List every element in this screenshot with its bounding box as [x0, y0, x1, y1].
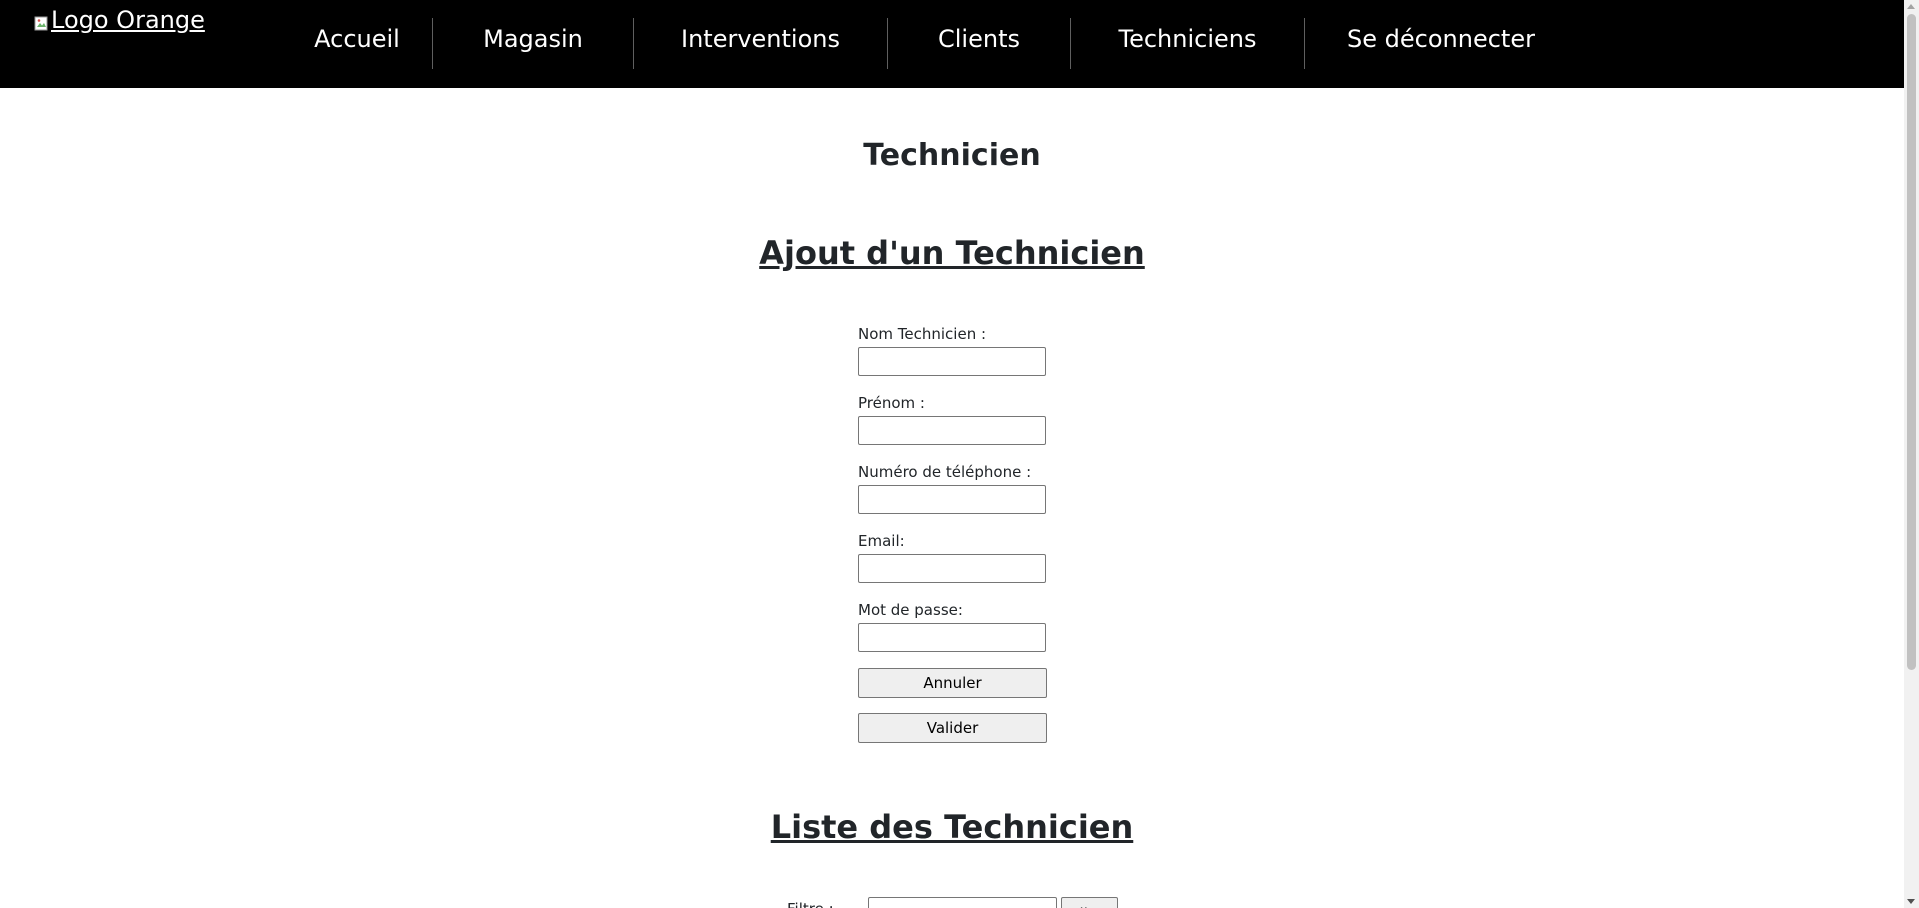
password-input[interactable]	[858, 623, 1046, 652]
scroll-up-arrow-icon[interactable]	[1907, 4, 1915, 9]
nav-item-clients[interactable]: Clients	[888, 0, 1070, 78]
nav-item-logout[interactable]: Se déconnecter	[1305, 0, 1577, 78]
technician-list-title: Liste des Technicien	[770, 808, 1134, 846]
filter-button[interactable]: Filtrer	[1061, 897, 1118, 908]
first-name-label: Prénom :	[858, 394, 925, 412]
phone-label: Numéro de téléphone :	[858, 463, 1032, 481]
filter-input[interactable]	[868, 897, 1057, 908]
scrollbar-thumb[interactable]	[1907, 14, 1916, 670]
submit-button[interactable]: Valider	[858, 713, 1047, 743]
scroll-down-arrow-icon[interactable]	[1907, 899, 1915, 904]
vertical-scrollbar[interactable]	[1904, 0, 1919, 908]
nav-item-magasin[interactable]: Magasin	[433, 0, 633, 78]
last-name-input[interactable]	[858, 347, 1046, 376]
cancel-button[interactable]: Annuler	[858, 668, 1047, 698]
nav-item-techniciens[interactable]: Techniciens	[1071, 0, 1304, 78]
password-label: Mot de passe:	[858, 601, 963, 619]
logo-link[interactable]: Logo Orange	[34, 6, 205, 34]
first-name-input[interactable]	[858, 416, 1046, 445]
page-title: Technicien	[863, 138, 1041, 173]
broken-image-icon	[34, 10, 50, 31]
add-technician-title: Ajout d'un Technicien	[759, 234, 1145, 272]
page: Logo Orange Accueil Magasin Intervention…	[0, 0, 1919, 908]
filter-label: Filtre :	[787, 900, 834, 908]
top-navbar: Logo Orange Accueil Magasin Intervention…	[0, 0, 1904, 88]
nav-item-interventions[interactable]: Interventions	[634, 0, 887, 78]
last-name-label: Nom Technicien :	[858, 325, 987, 343]
email-label: Email:	[858, 532, 905, 550]
phone-input[interactable]	[858, 485, 1046, 514]
logo-alt-text: Logo Orange	[51, 6, 205, 34]
email-input[interactable]	[858, 554, 1046, 583]
nav-item-accueil[interactable]: Accueil	[282, 0, 432, 78]
